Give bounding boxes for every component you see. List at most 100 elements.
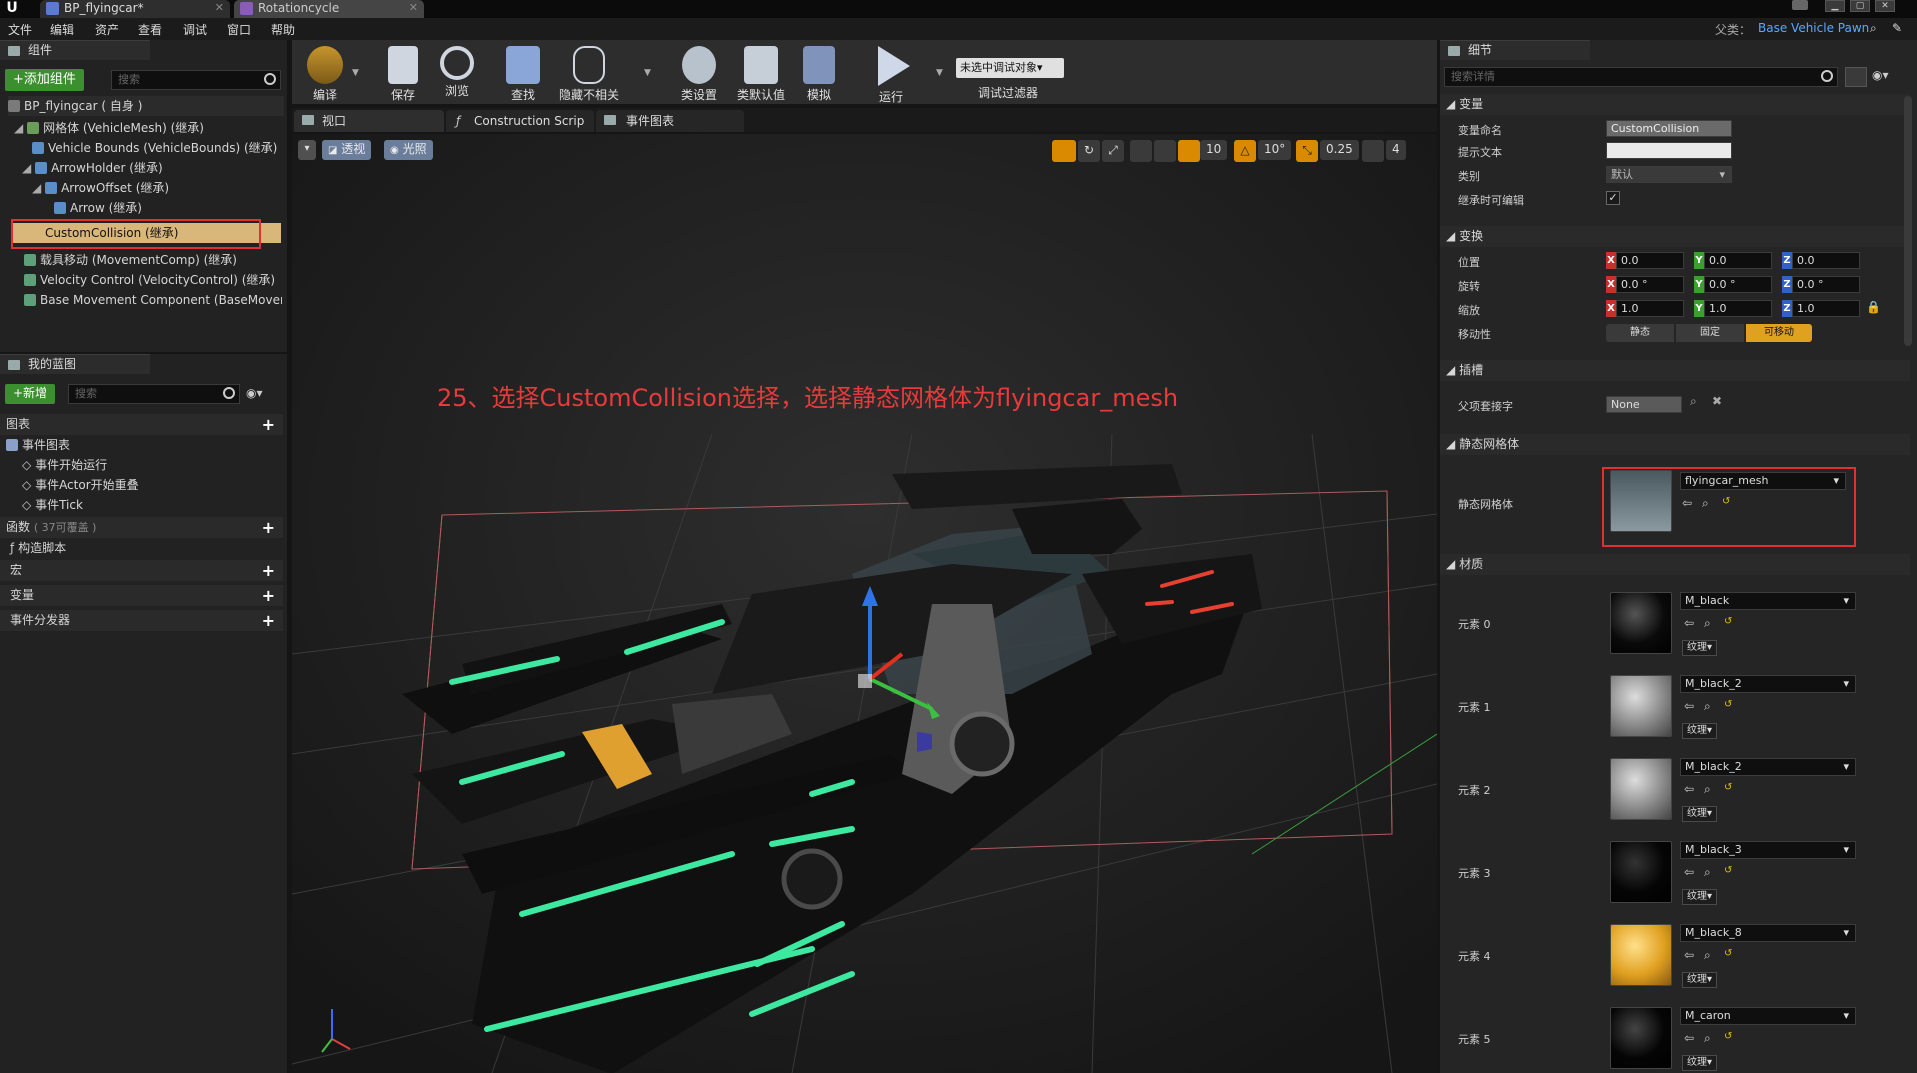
- details-scrollbar[interactable]: [1904, 96, 1912, 346]
- translate-mode-icon[interactable]: [1052, 140, 1076, 162]
- find-button[interactable]: 查找: [492, 40, 554, 104]
- add-graph-icon[interactable]: +: [262, 414, 275, 435]
- tree-item[interactable]: Vehicle Bounds (VehicleBounds) (继承): [32, 138, 277, 158]
- document-tab-rotationcycle[interactable]: Rotationcycle ✕: [234, 0, 424, 18]
- world-space-icon[interactable]: [1130, 140, 1152, 162]
- rotation-snap-value[interactable]: 10°: [1258, 140, 1292, 160]
- blueprint-search-input[interactable]: 搜索: [68, 384, 240, 404]
- event-graph-item[interactable]: 事件图表: [6, 435, 70, 455]
- menu-asset[interactable]: 资产: [95, 21, 119, 38]
- close-icon[interactable]: ✕: [409, 0, 418, 16]
- scale-snap-icon[interactable]: ⤡: [1296, 140, 1318, 162]
- materials-section[interactable]: ◢ 材质: [1440, 554, 1910, 575]
- add-component-button[interactable]: +添加组件: [5, 69, 84, 91]
- save-button[interactable]: 保存: [372, 40, 434, 104]
- scale-snap-value[interactable]: 0.25: [1320, 140, 1359, 160]
- rotation-x-field[interactable]: 0.0 °: [1616, 276, 1684, 293]
- graphs-section[interactable]: 图表 +: [0, 414, 283, 435]
- tree-item[interactable]: Arrow (继承): [54, 198, 142, 218]
- variables-section[interactable]: ◢ 变量: [1440, 94, 1910, 115]
- search-icon[interactable]: ⌕: [1690, 394, 1697, 409]
- compile-button[interactable]: 编译: [294, 40, 356, 104]
- menu-debug[interactable]: 调试: [183, 21, 207, 38]
- details-search-input[interactable]: 搜索详情: [1444, 67, 1838, 87]
- class-settings-button[interactable]: 类设置: [668, 40, 730, 104]
- editable-checkbox[interactable]: ✓: [1606, 191, 1620, 205]
- location-x-field[interactable]: 0.0: [1616, 252, 1684, 269]
- menu-window[interactable]: 窗口: [227, 21, 251, 38]
- scale-mode-icon[interactable]: ⤢: [1102, 140, 1124, 162]
- scale-z-field[interactable]: 1.0: [1792, 300, 1860, 317]
- tab-components[interactable]: 组件: [0, 40, 150, 60]
- scale-label[interactable]: 缩放: [1458, 302, 1480, 318]
- grid-snap-value[interactable]: 10: [1200, 140, 1228, 160]
- rotate-mode-icon[interactable]: ↻: [1078, 140, 1100, 162]
- chevron-down-icon[interactable]: ▼: [644, 68, 651, 78]
- add-macro-icon[interactable]: +: [262, 560, 275, 581]
- event-item[interactable]: ◇ 事件开始运行: [22, 455, 107, 475]
- static-mesh-section[interactable]: ◢ 静态网格体: [1440, 434, 1910, 455]
- camera-speed-value[interactable]: 4: [1386, 140, 1406, 160]
- mobility-movable-button[interactable]: 可移动: [1746, 324, 1812, 342]
- scale-y-field[interactable]: 1.0: [1704, 300, 1772, 317]
- add-variable-icon[interactable]: +: [262, 585, 275, 606]
- add-dispatcher-icon[interactable]: +: [262, 610, 275, 631]
- expand-arrow-icon[interactable]: ◢: [32, 181, 41, 195]
- location-z-field[interactable]: 0.0: [1792, 252, 1860, 269]
- expand-arrow-icon[interactable]: ◢: [14, 121, 23, 135]
- tree-item[interactable]: ◢ 网格体 (VehicleMesh) (继承): [14, 118, 204, 138]
- close-icon[interactable]: ✕: [215, 0, 224, 16]
- rotation-z-field[interactable]: 0.0 °: [1792, 276, 1860, 293]
- viewport-options-button[interactable]: ▾: [298, 140, 316, 160]
- notification-icon[interactable]: [1792, 0, 1808, 10]
- functions-section[interactable]: 函数 ( 37可覆盖 ) +: [0, 517, 283, 538]
- tree-item[interactable]: Velocity Control (VelocityControl) (继承): [24, 270, 275, 290]
- tab-details[interactable]: 细节: [1440, 40, 1590, 60]
- mobility-static-button[interactable]: 静态: [1606, 324, 1674, 342]
- tree-item[interactable]: ◢ ArrowHolder (继承): [22, 158, 163, 178]
- lit-mode-button[interactable]: ◉ 光照: [384, 140, 433, 160]
- browse-button[interactable]: 浏览: [426, 40, 488, 104]
- tab-viewport[interactable]: 视口: [294, 110, 444, 132]
- tree-root-self[interactable]: BP_flyingcar ( 自身 ): [8, 96, 284, 116]
- grid-snap-icon[interactable]: [1178, 140, 1200, 162]
- tab-event-graph[interactable]: 事件图表: [596, 110, 744, 132]
- wrench-icon[interactable]: ✎: [1892, 21, 1902, 35]
- event-item[interactable]: ◇ 事件Actor开始重叠: [22, 475, 139, 495]
- expand-arrow-icon[interactable]: ◢: [22, 161, 31, 175]
- transform-section[interactable]: ◢ 变换: [1440, 226, 1910, 247]
- macros-section[interactable]: 宏 +: [0, 560, 283, 581]
- tab-my-blueprint[interactable]: 我的蓝图: [0, 354, 150, 374]
- debug-object-dropdown[interactable]: 未选中调试对象▾: [956, 58, 1064, 78]
- close-window-button[interactable]: ✕: [1875, 0, 1895, 12]
- camera-speed-icon[interactable]: [1362, 140, 1384, 162]
- hide-unrelated-button[interactable]: 隐藏不相关: [554, 40, 624, 104]
- dispatchers-section[interactable]: 事件分发器 +: [0, 610, 283, 631]
- viewport[interactable]: ▾ ◪ 透视 ◉ 光照 ↻ ⤢ 10 △ 10° ⤡ 0.25 4 25、选择C…: [292, 134, 1437, 1073]
- var-name-field[interactable]: CustomCollision: [1606, 120, 1732, 137]
- variables-section[interactable]: 变量 +: [0, 585, 283, 606]
- chevron-down-icon[interactable]: ▼: [936, 68, 943, 78]
- construction-script-item[interactable]: ƒ 构造脚本: [10, 538, 66, 558]
- simulate-button[interactable]: 模拟: [788, 40, 850, 104]
- tree-item[interactable]: Base Movement Component (BaseMovement: [24, 290, 282, 310]
- chevron-down-icon[interactable]: ▼: [352, 68, 359, 78]
- document-tab-bp-flyingcar[interactable]: BP_flyingcar* ✕: [40, 0, 230, 18]
- rotation-y-field[interactable]: 0.0 °: [1704, 276, 1772, 293]
- play-button[interactable]: 运行: [860, 40, 922, 104]
- class-defaults-button[interactable]: 类默认值: [730, 40, 792, 104]
- eye-icon[interactable]: ◉▾: [1872, 68, 1889, 82]
- tree-item[interactable]: ◢ ArrowOffset (继承): [32, 178, 169, 198]
- components-search-input[interactable]: 搜索: [111, 70, 281, 90]
- sockets-section[interactable]: ◢ 插槽: [1440, 360, 1910, 381]
- mobility-stationary-button[interactable]: 固定: [1676, 324, 1744, 342]
- rotation-snap-icon[interactable]: △: [1234, 140, 1256, 162]
- new-item-button[interactable]: +新增: [5, 384, 56, 404]
- tab-construction-script[interactable]: ƒ Construction Scrip: [446, 110, 594, 132]
- category-dropdown[interactable]: 默认 ▾: [1606, 166, 1732, 183]
- search-icon[interactable]: ⌕: [1870, 21, 1877, 36]
- menu-view[interactable]: 查看: [138, 21, 162, 38]
- property-matrix-icon[interactable]: [1845, 67, 1867, 87]
- minimize-button[interactable]: ▁: [1825, 0, 1845, 12]
- parent-socket-field[interactable]: None: [1606, 396, 1682, 413]
